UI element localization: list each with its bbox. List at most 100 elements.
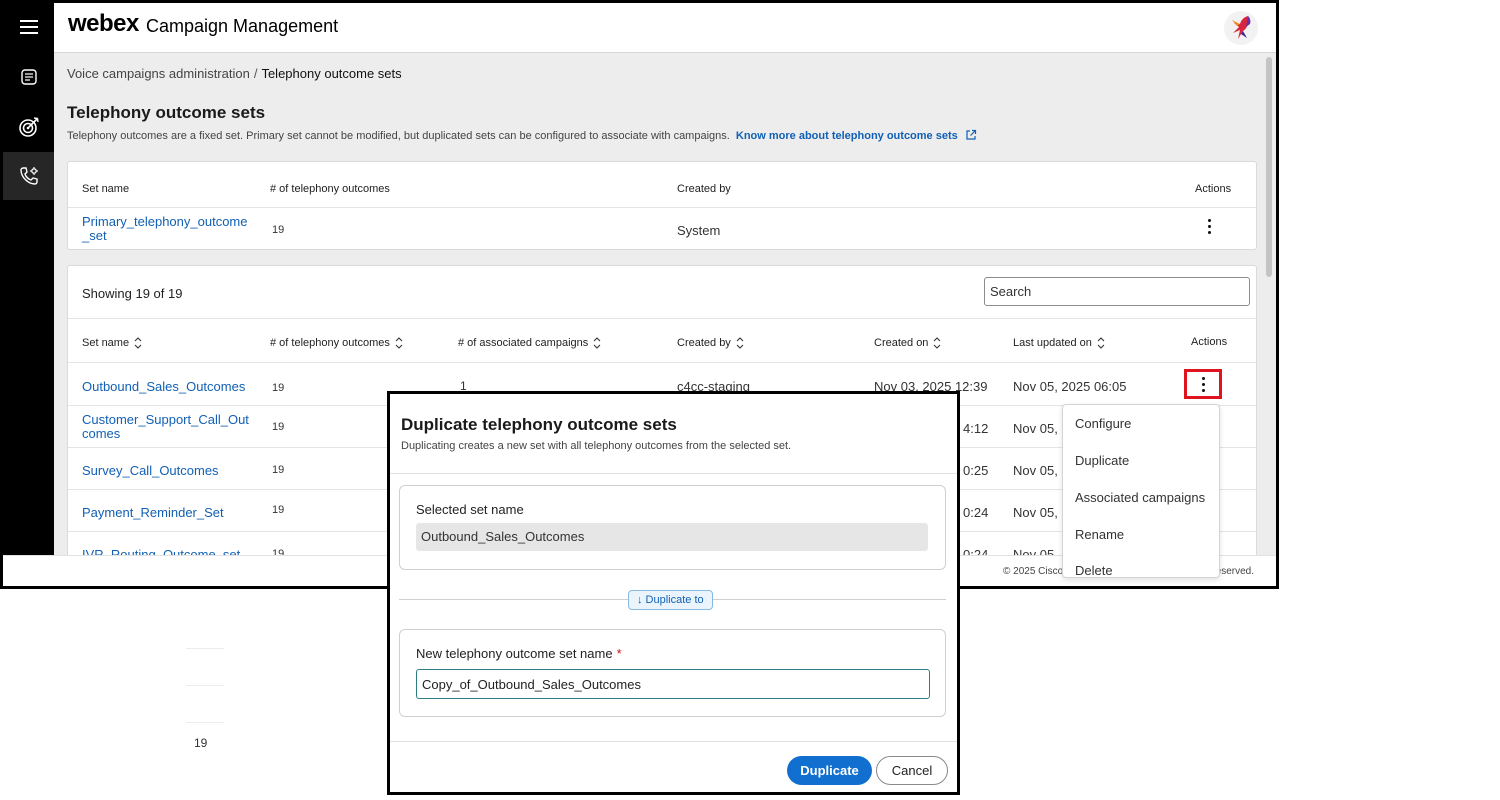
app-title: Campaign Management (146, 16, 339, 36)
set-name-line2: comes (82, 426, 121, 441)
dialog-divider (390, 473, 957, 474)
breadcrumb: Voice campaigns administration / Telephony… (67, 66, 402, 81)
column-header-outcomes-label: # of telephony outcomes (270, 337, 390, 349)
know-more-link-label: Know more about telephony outcome sets (735, 130, 958, 142)
new-set-box: New telephony outcome set name * (399, 629, 946, 717)
set-name-link[interactable]: IVR_Routing_Outcome_set (82, 547, 240, 555)
primary-set-actions-button[interactable] (1198, 214, 1220, 238)
column-header-set-name: Set name (82, 183, 130, 195)
column-header-created-by[interactable]: Created by (677, 337, 744, 349)
column-header-campaigns-label: # of associated campaigns (458, 337, 589, 349)
phone-settings-icon[interactable] (3, 152, 54, 200)
column-header-set-name-label: Set name (82, 337, 130, 349)
outcomes-count: 19 (272, 421, 285, 433)
outcomes-count: 19 (272, 504, 285, 516)
primary-set-created-by: System (677, 223, 721, 238)
divider (186, 685, 224, 686)
column-header-created-by-label: Created by (677, 337, 731, 349)
dialog-footer-divider (390, 741, 957, 742)
sidebar (3, 3, 54, 555)
last-updated-on: Nov 05, (1013, 421, 1058, 436)
sort-icon (593, 337, 601, 349)
last-updated-on: Nov 05, (1013, 547, 1058, 555)
page-description-text: Telephony outcomes are a fixed set. Prim… (67, 130, 730, 142)
top-bar: webex Campaign Management (54, 3, 1276, 53)
required-marker: * (616, 646, 622, 661)
menu-item-rename[interactable]: Rename (1075, 527, 1124, 542)
external-link-icon (966, 129, 976, 140)
know-more-link[interactable]: Know more about telephony outcome sets (735, 129, 977, 142)
breadcrumb-parent-link[interactable]: Voice campaigns administration (67, 66, 250, 81)
column-header-set-name[interactable]: Set name (82, 337, 142, 349)
new-set-name-input[interactable] (416, 669, 930, 699)
created-on: 0:24 (963, 505, 989, 520)
selected-set-box: Selected set name Outbound_Sales_Outcome… (399, 485, 946, 570)
set-name-link[interactable]: Outbound_Sales_Outcomes (82, 379, 245, 394)
outcomes-count: 19 (272, 382, 285, 394)
copyright-end: eserved. (1215, 566, 1254, 577)
column-header-campaigns[interactable]: # of associated campaigns (458, 337, 601, 349)
dialog-subtitle: Duplicating creates a new set with all t… (401, 440, 792, 452)
selected-set-label: Selected set name (416, 502, 524, 517)
outcomes-count: 19 (272, 548, 285, 555)
primary-set-name-line2: _set (82, 228, 107, 243)
column-header-actions: Actions (1195, 183, 1232, 195)
list-document-icon[interactable] (3, 53, 54, 101)
set-name-link[interactable]: Customer_Support_Call_Out comes (82, 413, 249, 441)
column-header-last-updated-label: Last updated on (1013, 337, 1092, 349)
column-header-actions: Actions (1191, 336, 1228, 348)
column-header-outcomes: # of telephony outcomes (270, 183, 390, 195)
row-divider (68, 318, 1256, 319)
sort-icon (736, 337, 744, 349)
search-input[interactable] (984, 277, 1250, 306)
column-header-created-on-label: Created on (874, 337, 929, 349)
avatar[interactable] (1224, 11, 1258, 45)
column-header-last-updated[interactable]: Last updated on (1013, 337, 1105, 349)
sort-icon (134, 337, 142, 349)
set-name-link[interactable]: Survey_Call_Outcomes (82, 463, 219, 478)
menu-item-configure[interactable]: Configure (1075, 416, 1131, 431)
column-header-created-on[interactable]: Created on (874, 337, 941, 349)
primary-set-name-link[interactable]: Primary_telephony_outcome _set (82, 215, 247, 243)
more-vertical-icon (1207, 218, 1211, 234)
sort-icon (395, 337, 403, 349)
target-icon[interactable] (3, 103, 54, 151)
selected-set-value: Outbound_Sales_Outcomes (416, 523, 928, 551)
dialog-title: Duplicate telephony outcome sets (401, 415, 677, 434)
cancel-button[interactable]: Cancel (876, 756, 948, 785)
webex-logo: webex (68, 10, 139, 37)
more-vertical-icon (1201, 376, 1205, 392)
created-on: 4:12 (963, 421, 989, 436)
new-set-name-label: New telephony outcome set name * (416, 646, 622, 661)
last-updated-on: Nov 05, (1013, 463, 1058, 478)
divider (186, 648, 224, 649)
page-description: Telephony outcomes are a fixed set. Prim… (67, 129, 977, 142)
created-on: 0:24 (963, 547, 989, 555)
new-set-name-label-text: New telephony outcome set name (416, 646, 613, 661)
menu-item-duplicate[interactable]: Duplicate (1075, 453, 1129, 468)
bird-avatar-icon (1232, 16, 1251, 39)
primary-set-table: Set name # of telephony outcomes Created… (67, 161, 1257, 250)
column-header-outcomes[interactable]: # of telephony outcomes (270, 337, 403, 349)
set-name-link[interactable]: Payment_Reminder_Set (82, 505, 224, 520)
sort-icon (1097, 337, 1105, 349)
primary-set-name-line1: Primary_telephony_outcome (82, 214, 248, 229)
menu-item-delete[interactable]: Delete (1075, 563, 1113, 577)
hamburger-menu-icon[interactable] (3, 3, 54, 51)
scrollbar[interactable] (1266, 57, 1272, 277)
duplicate-to-badge: ↓ Duplicate to (628, 590, 713, 610)
row-actions-button[interactable] (1184, 369, 1222, 399)
last-updated-on: Nov 05, 2025 06:05 (1013, 379, 1127, 394)
page-title: Telephony outcome sets (67, 103, 266, 122)
stray-value: 19 (194, 736, 208, 750)
menu-item-associated-campaigns[interactable]: Associated campaigns (1075, 490, 1205, 505)
created-on: 0:25 (963, 463, 989, 478)
sort-icon (934, 337, 941, 349)
breadcrumb-current: Telephony outcome sets (261, 66, 402, 81)
showing-count: Showing 19 of 19 (82, 286, 183, 301)
last-updated-on: Nov 05, (1013, 505, 1058, 520)
divider (186, 722, 224, 723)
duplicate-button[interactable]: Duplicate (787, 756, 872, 785)
set-name-line1: Customer_Support_Call_Out (82, 412, 249, 427)
duplicate-dialog: Duplicate telephony outcome sets Duplica… (387, 391, 960, 795)
